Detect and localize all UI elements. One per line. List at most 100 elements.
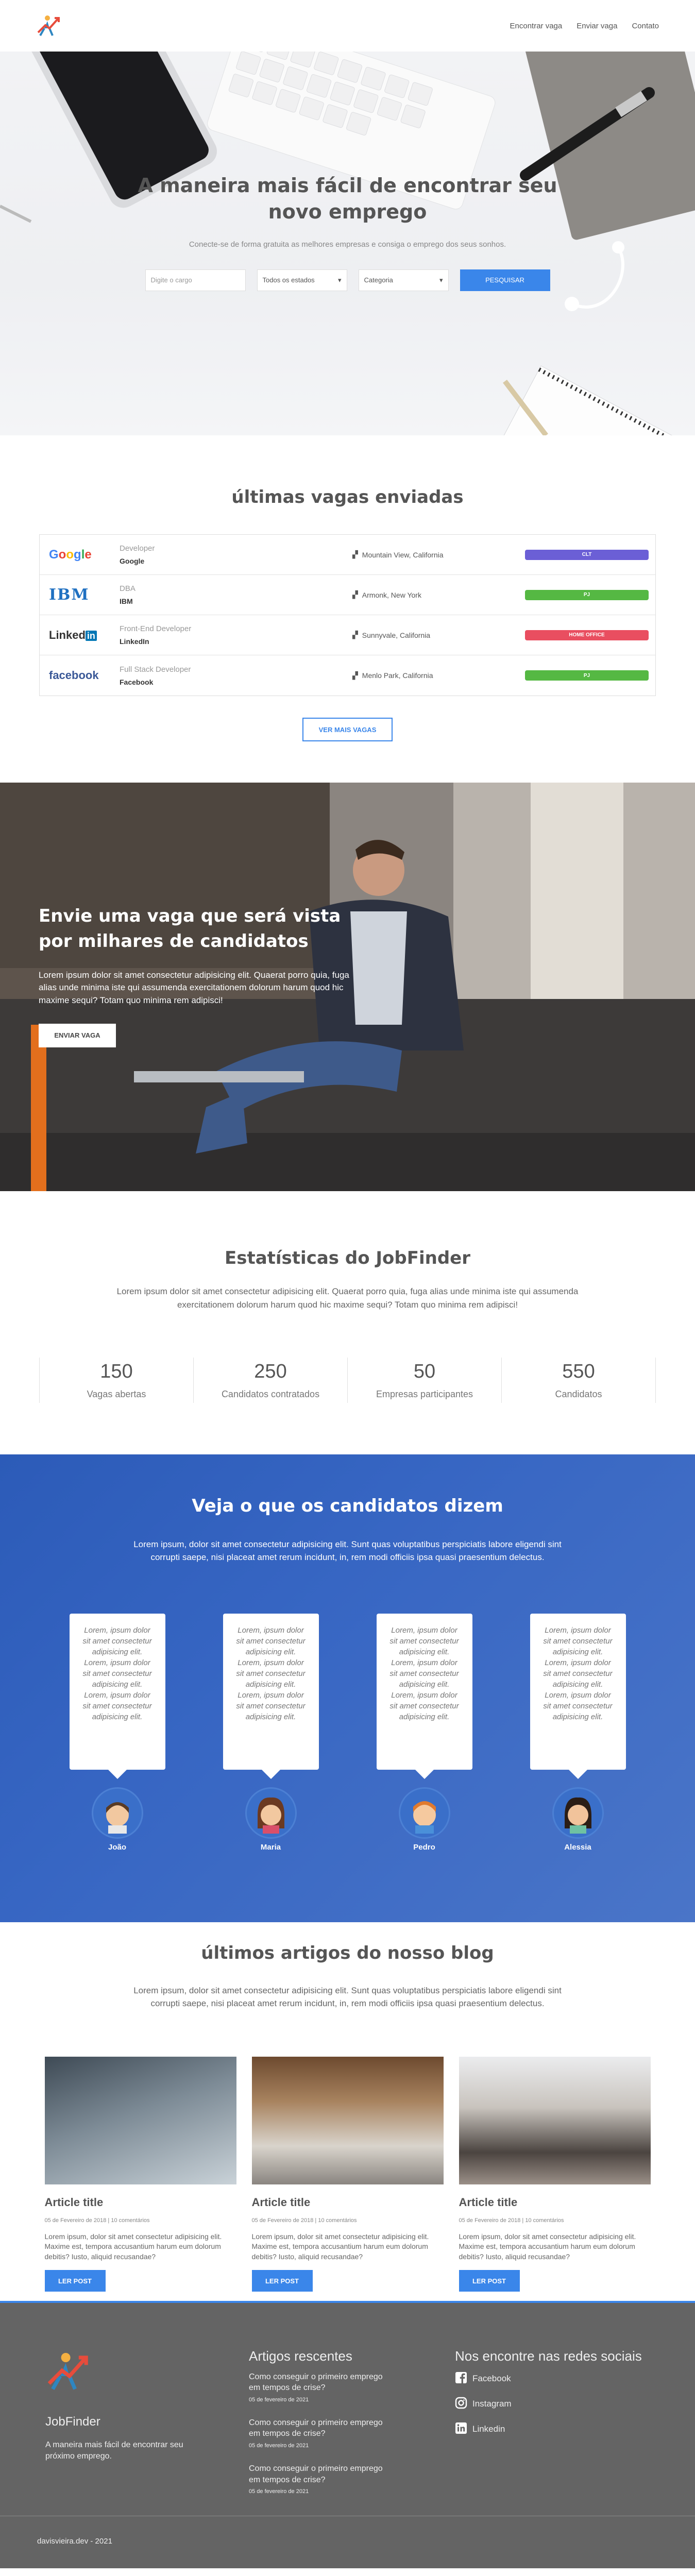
job-row[interactable]: facebook Full Stack Developer Facebook ▞ M… <box>40 655 655 696</box>
stat-label: Vagas abertas <box>87 1388 146 1399</box>
search-form: Digite o cargo Todos os estados ▾ Categor… <box>0 269 695 291</box>
hero-subtitle: Conecte-se de forma gratuita as melhores… <box>189 240 506 249</box>
social-link-facebook[interactable]: Facebook <box>455 2371 642 2386</box>
testimonials-lead: Lorem ipsum, dolor sit amet consectetur … <box>133 1539 562 1563</box>
social-link-instagram[interactable]: Instagram <box>455 2397 642 2412</box>
latest-jobs-section: últimas vagas enviadas Google Developer G… <box>0 435 695 783</box>
hero-section: A maneira mais fácil de encontrar seu no… <box>0 52 695 435</box>
blog-heading: últimos artigos do nosso blog <box>201 1942 494 1963</box>
job-type-badge: PJ <box>525 670 649 681</box>
testimonial-quote: Lorem, ipsum dolor sit amet consectetur … <box>69 1613 165 1779</box>
recent-article[interactable]: Como conseguir o primeiro emprego em tem… <box>249 2371 455 2403</box>
stats-lead: Lorem ipsum dolor sit amet consectetur a… <box>116 1286 579 1310</box>
send-job-section: Envie uma vaga que será vista por milhar… <box>0 783 695 1191</box>
nav-links: Encontrar vaga Enviar vaga Contato <box>510 22 659 30</box>
search-placeholder: Digite o cargo <box>150 276 192 284</box>
recent-article-title: Como conseguir o primeiro emprego em tem… <box>249 2372 383 2393</box>
state-select[interactable]: Todos os estados ▾ <box>257 269 347 291</box>
post-meta: 05 de Fevereiro de 2018 | 10 comentários <box>44 2217 150 2224</box>
recent-article[interactable]: Como conseguir o primeiro emprego em tem… <box>249 2463 455 2495</box>
testimonial-quote: Lorem, ipsum dolor sit amet consectetur … <box>223 1613 319 1779</box>
chevron-down-icon: ▾ <box>337 276 342 284</box>
testimonial-quote: Lorem, ipsum dolor sit amet consectetur … <box>376 1613 472 1779</box>
instagram-icon <box>455 2397 467 2412</box>
social-label: Instagram <box>472 2399 512 2409</box>
facebook-icon <box>455 2371 467 2386</box>
recent-article[interactable]: Como conseguir o primeiro emprego em tem… <box>249 2417 455 2449</box>
job-type-badge: PJ <box>525 589 649 600</box>
recent-article-date: 05 de fevereiro de 2021 <box>249 2443 309 2449</box>
building-icon: ▞ <box>352 671 358 680</box>
send-job-text: Lorem ipsum dolor sit amet consectetur a… <box>39 970 349 1005</box>
job-type-badge: CLT <box>525 549 649 560</box>
testimonial-quote: Lorem, ipsum dolor sit amet consectetur … <box>530 1613 626 1779</box>
job-location: Armonk, New York <box>362 590 421 599</box>
recent-article-date: 05 de fevereiro de 2021 <box>249 2396 309 2403</box>
job-company: Facebook <box>120 677 154 686</box>
job-row[interactable]: Google Developer Google ▞ Mountain View, C… <box>40 535 655 575</box>
blog-section: últimos artigos do nosso blog Lorem ipsu… <box>0 1922 695 2301</box>
social-label: Facebook <box>472 2374 511 2384</box>
building-icon: ▞ <box>352 590 358 599</box>
stat-number: 550 <box>562 1360 595 1382</box>
job-location: Mountain View, California <box>362 550 444 559</box>
job-role: Full Stack Developer <box>120 665 191 674</box>
job-row[interactable]: Linked in Front-End Developer LinkedIn ▞ Su… <box>40 615 655 655</box>
read-post-button[interactable]: LER POST <box>44 2270 106 2292</box>
post-meta: 05 de Fevereiro de 2018 | 10 comentários <box>459 2217 564 2224</box>
post-excerpt: Lorem ipsum, dolor sit amet consectetur … <box>251 2232 429 2261</box>
send-job-button[interactable]: ENVIAR VAGA <box>39 1023 116 1047</box>
nav-link-enviar-vaga[interactable]: Enviar vaga <box>577 22 617 30</box>
post-image <box>251 2056 444 2184</box>
stat-label: Candidatos <box>555 1388 602 1399</box>
stats-section: Estatísticas do JobFinder Lorem ipsum do… <box>0 1191 695 1454</box>
stats-heading: Estatísticas do JobFinder <box>224 1248 470 1268</box>
category-select-value: Categoria <box>364 276 393 284</box>
hero-title: A maneira mais fácil de encontrar seu no… <box>138 174 557 224</box>
job-row[interactable]: IBM DBA IBM ▞ Armonk, New York PJ <box>40 575 655 615</box>
social-link-linkedin[interactable]: Linkedin <box>455 2422 642 2437</box>
post-title[interactable]: Article title <box>459 2196 651 2209</box>
footer-description: A maneira mais fácil de encontrar seu pr… <box>45 2440 183 2461</box>
logo-icon[interactable] <box>45 2348 249 2397</box>
job-type-badge: HOME OFFICE <box>525 630 649 640</box>
testimonial-card: Lorem, ipsum dolor sit amet consectetur … <box>530 1613 626 1852</box>
ibm-logo-icon: IBM <box>49 586 90 604</box>
post-title[interactable]: Article title <box>45 2196 236 2209</box>
job-company: LinkedIn <box>120 637 149 646</box>
send-job-title: Envie uma vaga que será vista por milhar… <box>39 906 341 952</box>
avatar <box>91 1787 143 1839</box>
building-icon: ▞ <box>352 631 358 639</box>
footer-recent-heading: Artigos rescentes <box>249 2348 352 2364</box>
testimonials-heading: Veja o que os candidatos dizem <box>192 1495 503 1516</box>
read-post-button[interactable]: LER POST <box>459 2270 520 2292</box>
post-excerpt: Lorem ipsum, dolor sit amet consectetur … <box>459 2232 636 2261</box>
avatar <box>398 1787 450 1839</box>
blog-posts: Article title 05 de Fevereiro de 2018 | … <box>0 2056 695 2292</box>
logo-icon[interactable] <box>36 13 62 39</box>
chevron-down-icon: ▾ <box>439 276 443 284</box>
footer-brand-column: JobFinder A maneira mais fácil de encont… <box>45 2348 249 2510</box>
nav-link-contato[interactable]: Contato <box>632 22 659 30</box>
job-role: Front-End Developer <box>120 624 192 633</box>
blog-post: Article title 05 de Fevereiro de 2018 | … <box>251 2056 444 2292</box>
social-label: Linkedin <box>472 2424 505 2434</box>
search-button[interactable]: PESQUISAR <box>460 269 550 291</box>
read-post-button[interactable]: LER POST <box>251 2270 313 2292</box>
copyright-text[interactable]: davisvieira.dev - 2021 <box>37 2537 112 2546</box>
testimonial-card: Lorem, ipsum dolor sit amet consectetur … <box>376 1613 472 1852</box>
job-title-search-input[interactable]: Digite o cargo <box>145 269 246 291</box>
footer-social-column: Nos encontre nas redes sociais Facebook … <box>455 2348 642 2510</box>
blog-post: Article title 05 de Fevereiro de 2018 | … <box>459 2056 651 2292</box>
post-excerpt: Lorem ipsum, dolor sit amet consectetur … <box>44 2232 222 2261</box>
state-select-value: Todos os estados <box>262 276 315 284</box>
testimonial-name: Pedro <box>413 1842 435 1852</box>
category-select[interactable]: Categoria ▾ <box>358 269 449 291</box>
facebook-logo-icon: facebook <box>49 669 99 682</box>
post-title[interactable]: Article title <box>252 2196 444 2209</box>
nav-link-encontrar-vaga[interactable]: Encontrar vaga <box>510 22 563 30</box>
stat-number: 250 <box>254 1360 287 1382</box>
linkedin-icon <box>455 2422 467 2437</box>
more-jobs-button[interactable]: VER MAIS VAGAS <box>302 718 393 741</box>
footer-bottom-bar: davisvieira.dev - 2021 <box>0 2515 695 2568</box>
